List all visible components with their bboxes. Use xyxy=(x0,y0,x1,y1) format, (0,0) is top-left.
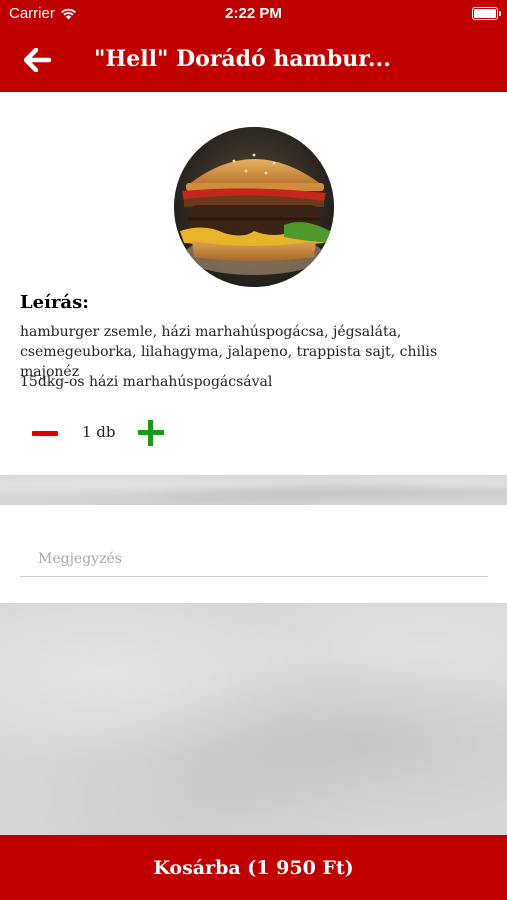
minus-icon[interactable] xyxy=(32,422,58,444)
quantity-stepper: 1 db xyxy=(20,418,220,448)
background-texture-top xyxy=(0,475,507,505)
burger-photo xyxy=(174,127,334,287)
add-to-cart-button[interactable]: Kosárba (1 950 Ft) xyxy=(0,835,507,900)
quantity-value: 1 db xyxy=(82,423,116,441)
background-texture-bottom xyxy=(0,603,507,835)
description-text: hamburger zsemle, házi marhahúspogácsa, … xyxy=(20,324,438,380)
navigation-bar: "Hell" Dorádó hambur... xyxy=(0,28,507,92)
note-card xyxy=(0,505,507,603)
description-heading: Leírás: xyxy=(20,292,89,313)
arrow-left-icon[interactable] xyxy=(23,47,52,73)
product-card: Leírás: hamburger zsemle, házi marhahúsp… xyxy=(0,92,507,475)
plus-icon[interactable] xyxy=(138,420,164,446)
status-time: 2:22 PM xyxy=(225,5,282,22)
description-extra: 15dkg-os házi marhahúspogácsával xyxy=(20,374,273,390)
page-title: "Hell" Dorádó hambur... xyxy=(94,46,391,72)
battery-icon xyxy=(472,7,501,20)
status-bar: Carrier 2:22 PM xyxy=(0,0,507,28)
note-input[interactable] xyxy=(20,541,488,577)
